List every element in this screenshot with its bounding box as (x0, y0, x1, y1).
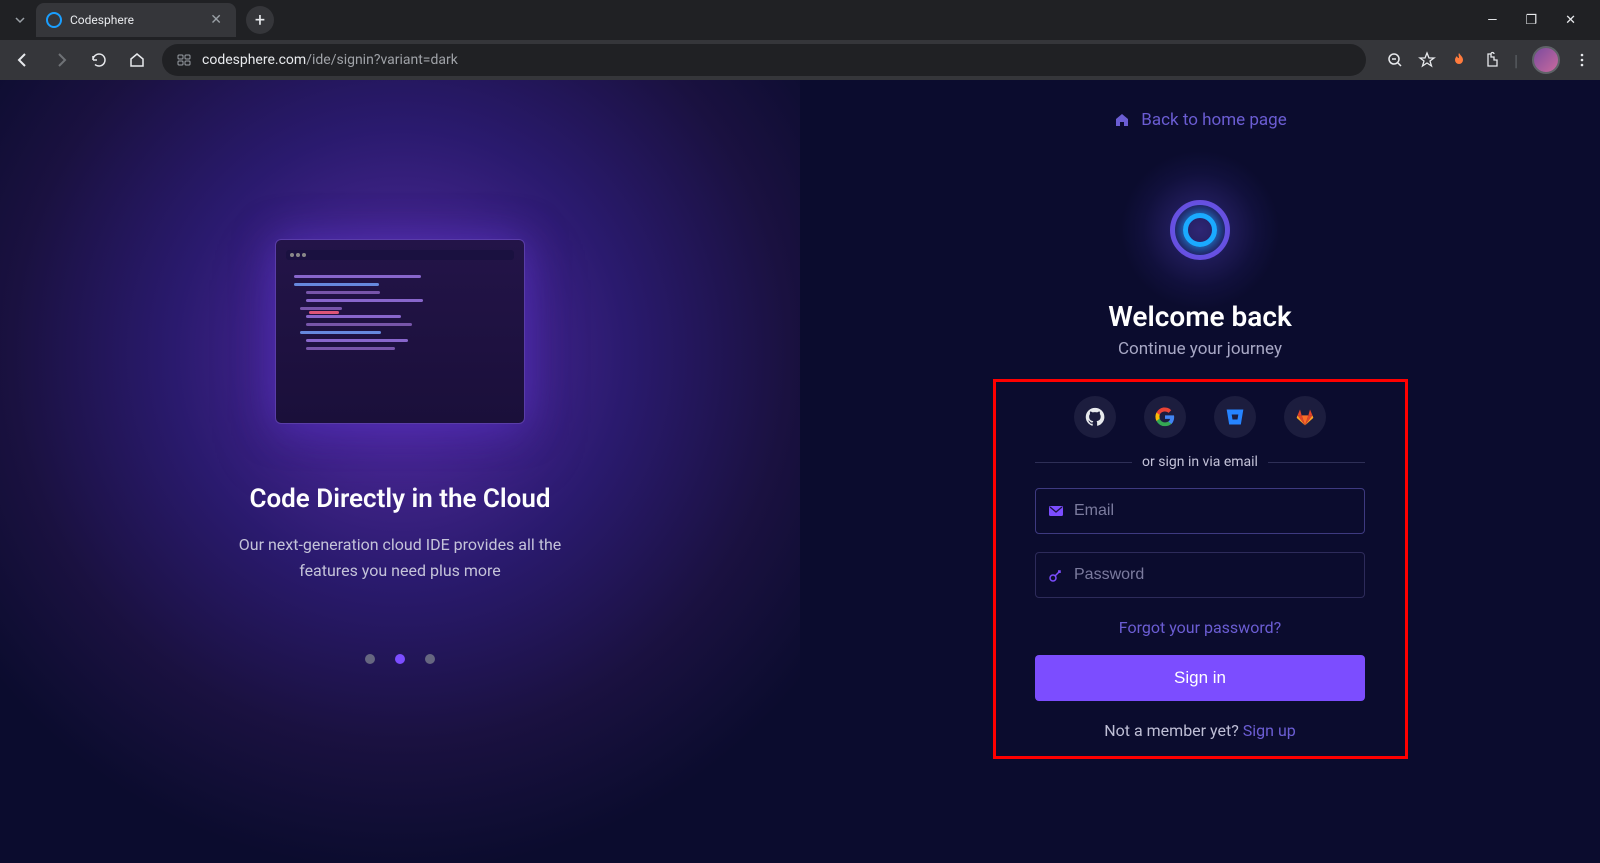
email-icon (1048, 503, 1064, 519)
email-field[interactable] (1074, 502, 1352, 520)
site-info-icon[interactable] (176, 52, 192, 68)
zoom-icon[interactable] (1386, 51, 1404, 69)
new-tab-button[interactable]: + (246, 6, 274, 34)
welcome-subtitle: Continue your journey (1118, 339, 1282, 359)
carousel-dot-0[interactable] (365, 654, 375, 664)
signup-prompt-text: Not a member yet? (1104, 721, 1243, 740)
email-input-wrap[interactable] (1035, 488, 1365, 534)
carousel-dot-1[interactable] (395, 654, 405, 664)
gitlab-login-button[interactable] (1284, 396, 1326, 438)
bitbucket-login-button[interactable] (1214, 396, 1256, 438)
tabs-dropdown-icon[interactable] (8, 8, 32, 32)
signup-link[interactable]: Sign up (1243, 721, 1296, 740)
key-icon (1048, 567, 1064, 583)
social-login-row (1074, 396, 1326, 438)
url-text: codesphere.com/ide/signin?variant=dark (202, 52, 458, 68)
reload-icon[interactable] (86, 47, 112, 73)
divider-label: or sign in via email (1142, 454, 1258, 470)
maximize-icon[interactable]: ❐ (1521, 9, 1541, 32)
signin-form-highlight: or sign in via email Forgot your passwor… (993, 379, 1408, 759)
home-icon (1113, 111, 1131, 129)
home-icon[interactable] (124, 47, 150, 73)
browser-tab[interactable]: Codesphere ✕ (36, 3, 236, 37)
window-controls: — ❐ ✕ (1483, 9, 1592, 32)
password-field[interactable] (1074, 566, 1352, 584)
tab-title: Codesphere (70, 13, 198, 27)
menu-dots-icon[interactable] (1574, 52, 1590, 68)
tab-favicon-icon (46, 12, 62, 28)
back-to-home-label: Back to home page (1141, 110, 1286, 130)
marketing-title: Code Directly in the Cloud (220, 484, 580, 514)
forgot-password-link[interactable]: Forgot your password? (1119, 618, 1281, 637)
carousel-dot-2[interactable] (425, 654, 435, 664)
carousel-dots (365, 654, 435, 664)
back-icon[interactable] (10, 47, 36, 73)
bookmark-star-icon[interactable] (1418, 51, 1436, 69)
profile-avatar[interactable] (1532, 46, 1560, 74)
bitbucket-icon (1225, 407, 1245, 427)
signin-panel: Back to home page Welcome back Continue … (800, 80, 1600, 863)
marketing-subtitle: Our next-generation cloud IDE provides a… (220, 532, 580, 583)
ide-preview-illustration (275, 239, 525, 424)
minimize-icon[interactable]: — (1483, 9, 1501, 32)
gitlab-icon (1295, 407, 1315, 427)
google-icon (1154, 406, 1176, 428)
signin-divider: or sign in via email (1035, 454, 1365, 470)
back-to-home-link[interactable]: Back to home page (1113, 110, 1286, 130)
brand-logo (1170, 200, 1230, 260)
github-icon (1084, 406, 1106, 428)
github-login-button[interactable] (1074, 396, 1116, 438)
signup-prompt: Not a member yet? Sign up (1104, 721, 1296, 740)
signin-button[interactable]: Sign in (1035, 655, 1365, 701)
close-window-icon[interactable]: ✕ (1561, 9, 1580, 32)
browser-tab-bar: Codesphere ✕ + — ❐ ✕ (0, 0, 1600, 40)
extensions-icon[interactable] (1482, 51, 1500, 69)
flame-icon[interactable] (1450, 51, 1468, 69)
google-login-button[interactable] (1144, 396, 1186, 438)
address-bar[interactable]: codesphere.com/ide/signin?variant=dark (162, 44, 1366, 76)
forward-icon[interactable] (48, 47, 74, 73)
password-input-wrap[interactable] (1035, 552, 1365, 598)
page-content: Code Directly in the Cloud Our next-gene… (0, 80, 1600, 863)
browser-toolbar: codesphere.com/ide/signin?variant=dark | (0, 40, 1600, 80)
marketing-panel: Code Directly in the Cloud Our next-gene… (0, 80, 800, 863)
tab-close-icon[interactable]: ✕ (206, 10, 226, 30)
